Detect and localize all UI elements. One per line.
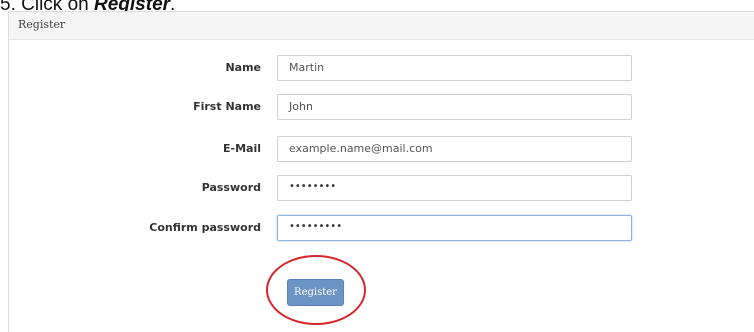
confirm-password-input[interactable]: ••••••••• <box>277 215 632 241</box>
first-name-input[interactable]: John <box>277 94 632 120</box>
password-label: Password <box>201 181 261 194</box>
panel-title: Register <box>9 12 754 40</box>
register-panel: Register Name Martin First Name John E-M… <box>8 11 754 332</box>
email-input[interactable]: example.name@mail.com <box>277 136 632 162</box>
name-label-box: Name <box>9 55 261 81</box>
name-input[interactable]: Martin <box>277 55 632 81</box>
email-label: E-Mail <box>223 142 261 155</box>
confirm-password-label: Confirm password <box>149 221 261 234</box>
name-label: Name <box>225 61 261 74</box>
register-button[interactable]: Register <box>287 279 344 306</box>
confirm-password-label-box: Confirm password <box>9 215 261 241</box>
password-label-box: Password <box>9 175 261 201</box>
password-input[interactable]: •••••••• <box>277 175 632 201</box>
first-name-label-box: First Name <box>9 94 261 120</box>
first-name-label: First Name <box>193 100 261 113</box>
email-label-box: E-Mail <box>9 136 261 162</box>
